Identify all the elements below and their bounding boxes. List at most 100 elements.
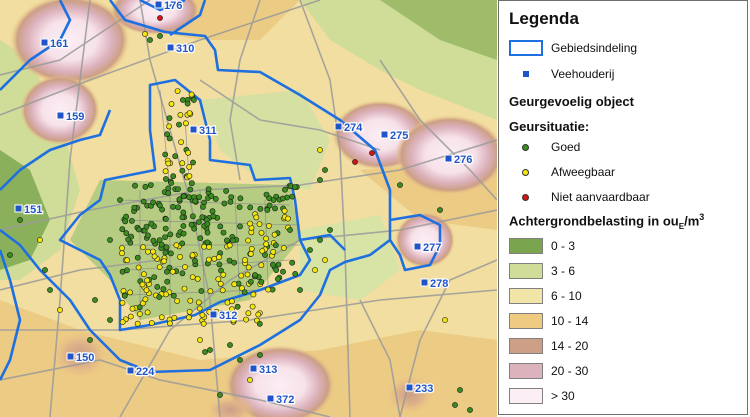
- sensitive-object-dot: [252, 272, 258, 278]
- sensitive-object-dot: [190, 159, 196, 166]
- farm-square-icon: [249, 364, 258, 373]
- sensitive-object-dot: [226, 257, 233, 264]
- sensitive-object-dot: [178, 139, 184, 145]
- farm-square-icon: [266, 394, 275, 403]
- sensitive-object-dot: [247, 220, 253, 227]
- sensitive-object-dot: [205, 186, 212, 192]
- sensitive-object-dot: [156, 264, 163, 270]
- farm-label: 224: [136, 366, 155, 378]
- sensitive-object-dot: [135, 264, 142, 271]
- class-swatch: [509, 363, 543, 379]
- sensitive-object-dot: [263, 235, 269, 242]
- class-swatch: [509, 238, 543, 254]
- sensitive-object-dot: [220, 229, 227, 236]
- sensitive-object-dot: [270, 248, 277, 255]
- sensitive-object-dot: [265, 286, 272, 293]
- farm-label: 275: [390, 130, 408, 142]
- sensitive-object-dot: [168, 101, 175, 107]
- sensitive-object-dot: [186, 173, 193, 179]
- sensitive-object-dot: [229, 298, 235, 305]
- sensitive-object-dot: [140, 198, 147, 205]
- sensitive-object-dot: [163, 268, 170, 275]
- sensitive-object-dot: [119, 299, 126, 306]
- sensitive-object-dot: [186, 110, 193, 116]
- sensitive-object-dot: [322, 257, 328, 263]
- sensitive-object-dot: [143, 287, 150, 294]
- sensitive-object-dot: [265, 222, 272, 229]
- class-swatch: [509, 288, 543, 304]
- sensitive-object-dot: [243, 316, 249, 323]
- class-swatch: [509, 338, 543, 354]
- sensitive-object-dot: [157, 15, 163, 21]
- sensitive-object-dot: [237, 223, 243, 230]
- sensitive-object-dot: [123, 213, 129, 220]
- sensitive-object-dot: [57, 307, 63, 313]
- sensitive-object-dot: [37, 237, 43, 243]
- farm-label: 277: [423, 242, 441, 254]
- sensitive-object-dot: [207, 347, 213, 353]
- sensitive-object-dot: [201, 243, 207, 250]
- legend-class-row: 20 - 30: [499, 362, 747, 382]
- sensitive-object-dot: [135, 226, 142, 233]
- sensitive-object-dot: [258, 229, 265, 236]
- sensitive-object-dot: [107, 317, 113, 323]
- sensitive-object-dot: [312, 267, 318, 273]
- sensitive-object-dot: [272, 205, 278, 212]
- class-label: 10 - 14: [551, 314, 589, 328]
- sensitive-object-dot: [258, 262, 265, 269]
- farm-label: 150: [76, 352, 94, 364]
- sensitive-object-dot: [127, 313, 134, 320]
- sensitive-object-dot: [317, 147, 323, 153]
- sensitive-object-dot: [437, 207, 443, 213]
- farm-label: 313: [259, 364, 277, 376]
- sensitive-object-dot: [245, 237, 252, 244]
- sensitive-object-dot: [263, 191, 270, 198]
- farm-swatch-icon: [523, 71, 529, 77]
- class-label: 3 - 6: [551, 264, 576, 278]
- sensitive-object-dot: [143, 223, 150, 230]
- sensitive-object-dot: [134, 320, 141, 327]
- sensitive-object-dot: [181, 285, 188, 292]
- sensitive-object-dot: [271, 231, 278, 238]
- sensitive-object-dot: [322, 167, 328, 173]
- sensitive-object-dot: [202, 349, 208, 355]
- sensitive-object-dot: [139, 281, 146, 288]
- sensitive-object-dot: [127, 289, 134, 296]
- sensitive-object-dot: [189, 213, 196, 220]
- sensitive-object-dot: [219, 287, 226, 294]
- legend-class-row: > 30: [499, 387, 747, 407]
- sensitive-object-dot: [227, 198, 234, 205]
- sensitive-object-dot: [170, 173, 177, 180]
- sensitive-object-dot: [279, 195, 286, 202]
- sensitive-object-dot: [166, 115, 173, 121]
- odour-map[interactable]: 176 161 310 159 311 274 275 276 151 277 278 312 150 2…: [0, 0, 497, 417]
- sensitive-object-dot: [204, 239, 211, 246]
- sensitive-object-dot: [292, 270, 299, 277]
- sensitive-object-dot: [179, 160, 186, 167]
- sensitive-object-dot: [174, 88, 181, 94]
- sensitive-object-dot: [200, 320, 207, 327]
- sensitive-object-dot: [163, 244, 170, 251]
- sensitive-object-dot: [128, 217, 135, 224]
- sensitive-object-dot: [192, 257, 198, 264]
- class-swatch: [509, 263, 543, 279]
- sensitive-object-dot: [136, 311, 143, 317]
- class-swatch: [509, 388, 543, 404]
- sensitive-object-dot: [215, 276, 222, 282]
- sensitive-object-dot: [467, 407, 473, 413]
- sensitive-object-dot: [158, 314, 165, 321]
- sensitive-object-dot: [192, 198, 199, 204]
- sensitive-object-dot: [167, 231, 174, 238]
- sensitive-object-dot: [169, 268, 176, 275]
- sensitive-object-dot: [180, 223, 187, 229]
- sensitive-object-dot: [256, 320, 263, 327]
- class-label: > 30: [551, 389, 575, 403]
- sensitive-object-dot: [297, 287, 303, 293]
- sensitive-object-dot: [186, 194, 193, 201]
- sensitive-object-dot: [87, 337, 93, 343]
- sensitive-object-dot: [165, 160, 172, 167]
- class-swatch: [509, 313, 543, 329]
- sensitive-object-dot: [207, 288, 214, 295]
- sensitive-object-dot: [156, 294, 163, 300]
- legend-background-heading: Achtergrondbelasting in ouE/m3: [509, 212, 704, 231]
